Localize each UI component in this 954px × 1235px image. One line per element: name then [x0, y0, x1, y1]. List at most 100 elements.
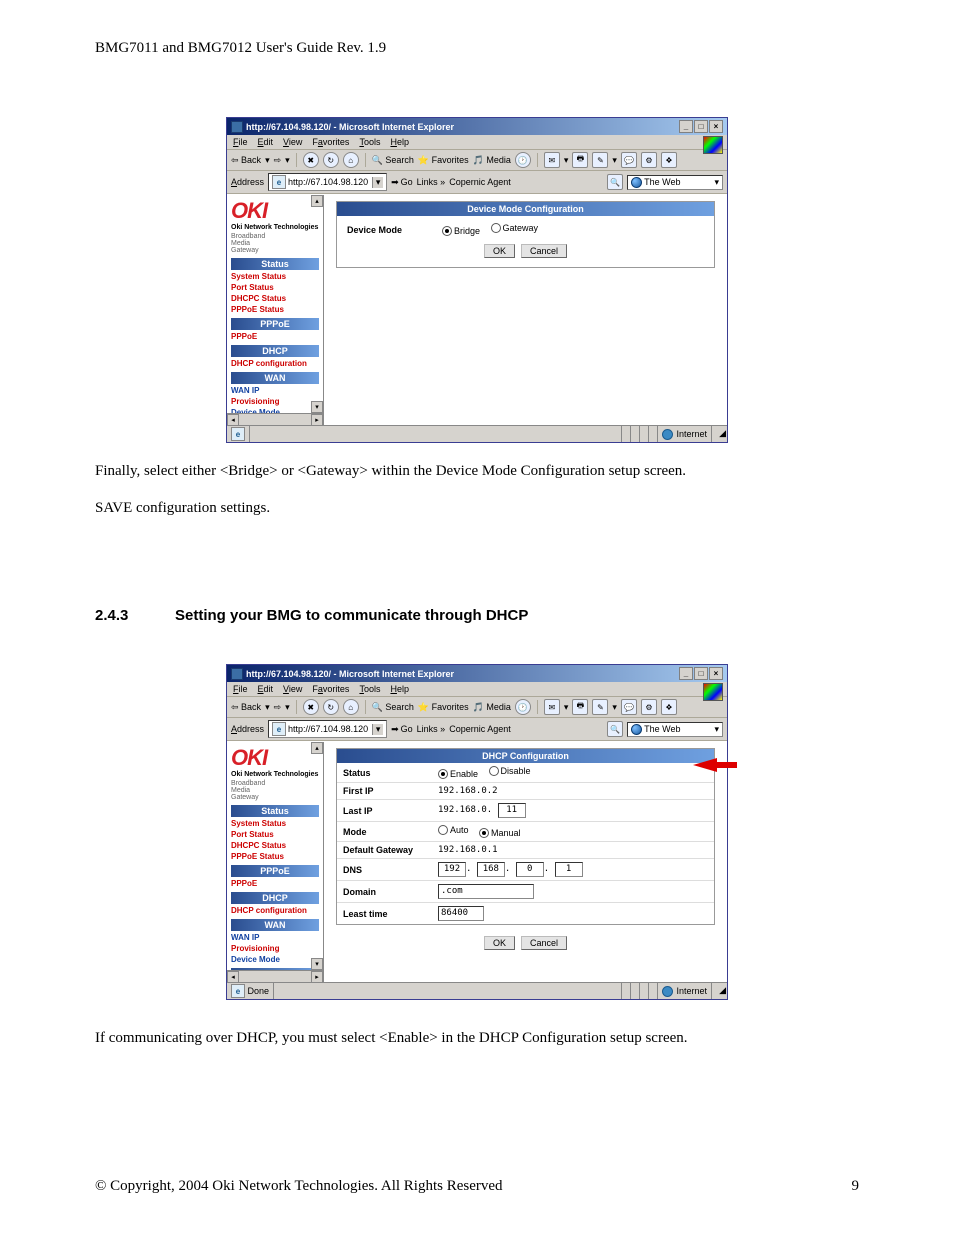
sidebar-link-dhcp-config[interactable]: DHCP configuration	[231, 359, 319, 368]
h-scrollbar[interactable]: ◂▸	[227, 413, 323, 425]
menu-favorites[interactable]: Favorites	[312, 137, 349, 147]
gateway-radio[interactable]: Gateway	[491, 223, 539, 233]
menu-tools[interactable]: Tools	[359, 684, 380, 694]
resize-grip-icon[interactable]: ◢	[712, 428, 727, 440]
sidebar-link-dhcp-config[interactable]: DHCP configuration	[231, 906, 319, 915]
search-engine-select[interactable]: The Web ▾	[627, 722, 723, 737]
lastip-octet-input[interactable]: 11	[498, 803, 526, 818]
menu-help[interactable]: Help	[390, 137, 409, 147]
h-scrollbar[interactable]: ◂▸	[227, 970, 323, 982]
mail-icon[interactable]: ✉	[544, 152, 560, 168]
refresh-icon[interactable]: ↻	[323, 152, 339, 168]
sidebar-link-port-status[interactable]: Port Status	[231, 830, 319, 839]
minimize-button[interactable]: _	[679, 667, 693, 680]
sidebar-link-dhcpc-status[interactable]: DHCPC Status	[231, 841, 319, 850]
maximize-button[interactable]: □	[694, 120, 708, 133]
sidebar-link-wan-ip[interactable]: WAN IP	[231, 386, 319, 395]
sidebar-link-pppoe-status[interactable]: PPPoE Status	[231, 305, 319, 314]
edit-icon[interactable]: ✎	[592, 152, 608, 168]
dns-o4-input[interactable]: 1	[555, 862, 583, 877]
home-icon[interactable]: ⌂	[343, 699, 359, 715]
history-icon[interactable]: 🕑	[515, 699, 531, 715]
domain-input[interactable]: .com	[438, 884, 534, 899]
disable-radio[interactable]: Disable	[489, 766, 531, 776]
sidebar-link-dhcpc-status[interactable]: DHCPC Status	[231, 294, 319, 303]
menu-favorites[interactable]: Favorites	[312, 684, 349, 694]
scroll-down-button[interactable]: ▾	[311, 401, 323, 413]
go-button[interactable]: ➡ Go	[391, 177, 413, 188]
discuss-icon[interactable]: 💬	[621, 152, 637, 168]
search-engine-select[interactable]: The Web ▾	[627, 175, 723, 190]
sidebar-link-pppoe-status[interactable]: PPPoE Status	[231, 852, 319, 861]
resize-grip-icon[interactable]: ◢	[712, 985, 727, 997]
home-icon[interactable]: ⌂	[343, 152, 359, 168]
go-button[interactable]: ➡ Go	[391, 724, 413, 735]
history-icon[interactable]: 🕑	[515, 152, 531, 168]
dns-o2-input[interactable]: 168	[477, 862, 505, 877]
edit-icon[interactable]: ✎	[592, 699, 608, 715]
address-input[interactable]: e http://67.104.98.120 ▾	[268, 720, 387, 738]
scroll-up-button[interactable]: ▴	[311, 195, 323, 207]
links-label[interactable]: Links »	[417, 177, 446, 187]
scroll-down-button[interactable]: ▾	[311, 958, 323, 970]
cancel-button[interactable]: Cancel	[521, 244, 567, 258]
print-icon[interactable]: 🖶	[572, 152, 588, 168]
forward-button[interactable]: ⇨	[274, 155, 282, 166]
refresh-icon[interactable]: ↻	[323, 699, 339, 715]
menu-file[interactable]: File	[233, 684, 248, 694]
minimize-button[interactable]: _	[679, 120, 693, 133]
sidebar-link-system-status[interactable]: System Status	[231, 272, 319, 281]
tool-icon[interactable]: ⚙	[641, 699, 657, 715]
enable-radio[interactable]: Enable	[438, 769, 478, 779]
favorites-button[interactable]: ⭐ Favorites	[418, 155, 469, 166]
menu-view[interactable]: View	[283, 684, 302, 694]
sidebar-link-provisioning[interactable]: Provisioning	[231, 397, 319, 406]
sidebar-link-pppoe[interactable]: PPPoE	[231, 879, 319, 888]
close-button[interactable]: ×	[709, 667, 723, 680]
favorites-button[interactable]: ⭐ Favorites	[418, 702, 469, 713]
cancel-button[interactable]: Cancel	[521, 936, 567, 950]
mail-icon[interactable]: ✉	[544, 699, 560, 715]
tool-icon[interactable]: ⚙	[641, 152, 657, 168]
scroll-up-button[interactable]: ▴	[311, 742, 323, 754]
menu-tools[interactable]: Tools	[359, 137, 380, 147]
links-label[interactable]: Links »	[417, 724, 446, 734]
sidebar-link-device-mode[interactable]: Device Mode	[231, 955, 319, 964]
address-dropdown-icon[interactable]: ▾	[372, 177, 383, 188]
media-button[interactable]: 🎵 Media	[473, 702, 511, 713]
search-launch-icon[interactable]: 🔍	[607, 721, 623, 737]
menu-edit[interactable]: Edit	[258, 684, 274, 694]
menu-view[interactable]: View	[283, 137, 302, 147]
search-launch-icon[interactable]: 🔍	[607, 174, 623, 190]
menu-help[interactable]: Help	[390, 684, 409, 694]
address-input[interactable]: e http://67.104.98.120 ▾	[268, 173, 387, 191]
tool2-icon[interactable]: ❖	[661, 699, 677, 715]
stop-icon[interactable]: ✖	[303, 152, 319, 168]
dns-o3-input[interactable]: 0	[516, 862, 544, 877]
ok-button[interactable]: OK	[484, 936, 515, 950]
close-button[interactable]: ×	[709, 120, 723, 133]
sidebar-link-port-status[interactable]: Port Status	[231, 283, 319, 292]
dns-o1-input[interactable]: 192	[438, 862, 466, 877]
ok-button[interactable]: OK	[484, 244, 515, 258]
discuss-icon[interactable]: 💬	[621, 699, 637, 715]
stop-icon[interactable]: ✖	[303, 699, 319, 715]
manual-radio[interactable]: Manual	[479, 828, 521, 838]
bridge-radio[interactable]: Bridge	[442, 226, 480, 236]
back-button[interactable]: ⇦ Back	[231, 155, 261, 166]
sidebar-link-provisioning[interactable]: Provisioning	[231, 944, 319, 953]
print-icon[interactable]: 🖶	[572, 699, 588, 715]
auto-radio[interactable]: Auto	[438, 825, 469, 835]
address-dropdown-icon[interactable]: ▾	[372, 724, 383, 735]
forward-button[interactable]: ⇨	[274, 702, 282, 713]
lease-input[interactable]: 86400	[438, 906, 484, 921]
back-button[interactable]: ⇦ Back	[231, 702, 261, 713]
media-button[interactable]: 🎵 Media	[473, 155, 511, 166]
menu-edit[interactable]: Edit	[258, 137, 274, 147]
sidebar-link-wan-ip[interactable]: WAN IP	[231, 933, 319, 942]
sidebar-link-pppoe[interactable]: PPPoE	[231, 332, 319, 341]
copernic-label[interactable]: Copernic Agent	[449, 724, 511, 734]
sidebar-link-system-status[interactable]: System Status	[231, 819, 319, 828]
search-button[interactable]: 🔍 Search	[372, 155, 414, 166]
menu-file[interactable]: File	[233, 137, 248, 147]
